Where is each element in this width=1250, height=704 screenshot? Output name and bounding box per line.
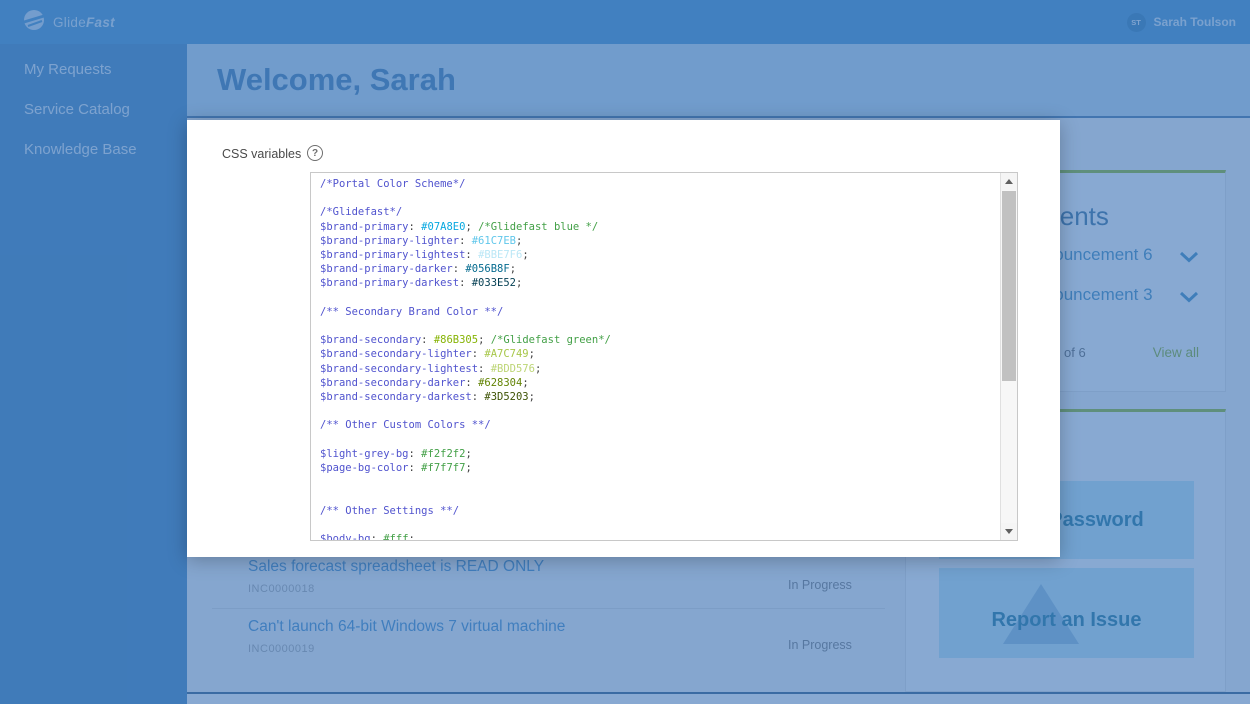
scrollbar-up-button[interactable]	[1001, 173, 1017, 190]
editor-scrollbar[interactable]	[1000, 173, 1017, 540]
scroll-up-icon	[1005, 179, 1013, 184]
scroll-down-icon	[1005, 529, 1013, 534]
scrollbar-down-button[interactable]	[1001, 523, 1017, 540]
css-variables-label: CSS variables	[222, 147, 301, 161]
css-code-editor[interactable]: /*Portal Color Scheme*/ /*Glidefast*/$br…	[310, 172, 1018, 541]
help-icon[interactable]: ?	[307, 145, 323, 161]
code-content[interactable]: /*Portal Color Scheme*/ /*Glidefast*/$br…	[311, 173, 1000, 540]
css-variables-modal: CSS variables ? /*Portal Color Scheme*/ …	[187, 120, 1060, 557]
scrollbar-thumb[interactable]	[1002, 191, 1016, 381]
app-root: GlideFast ST Sarah Toulson My Requests S…	[0, 0, 1250, 704]
